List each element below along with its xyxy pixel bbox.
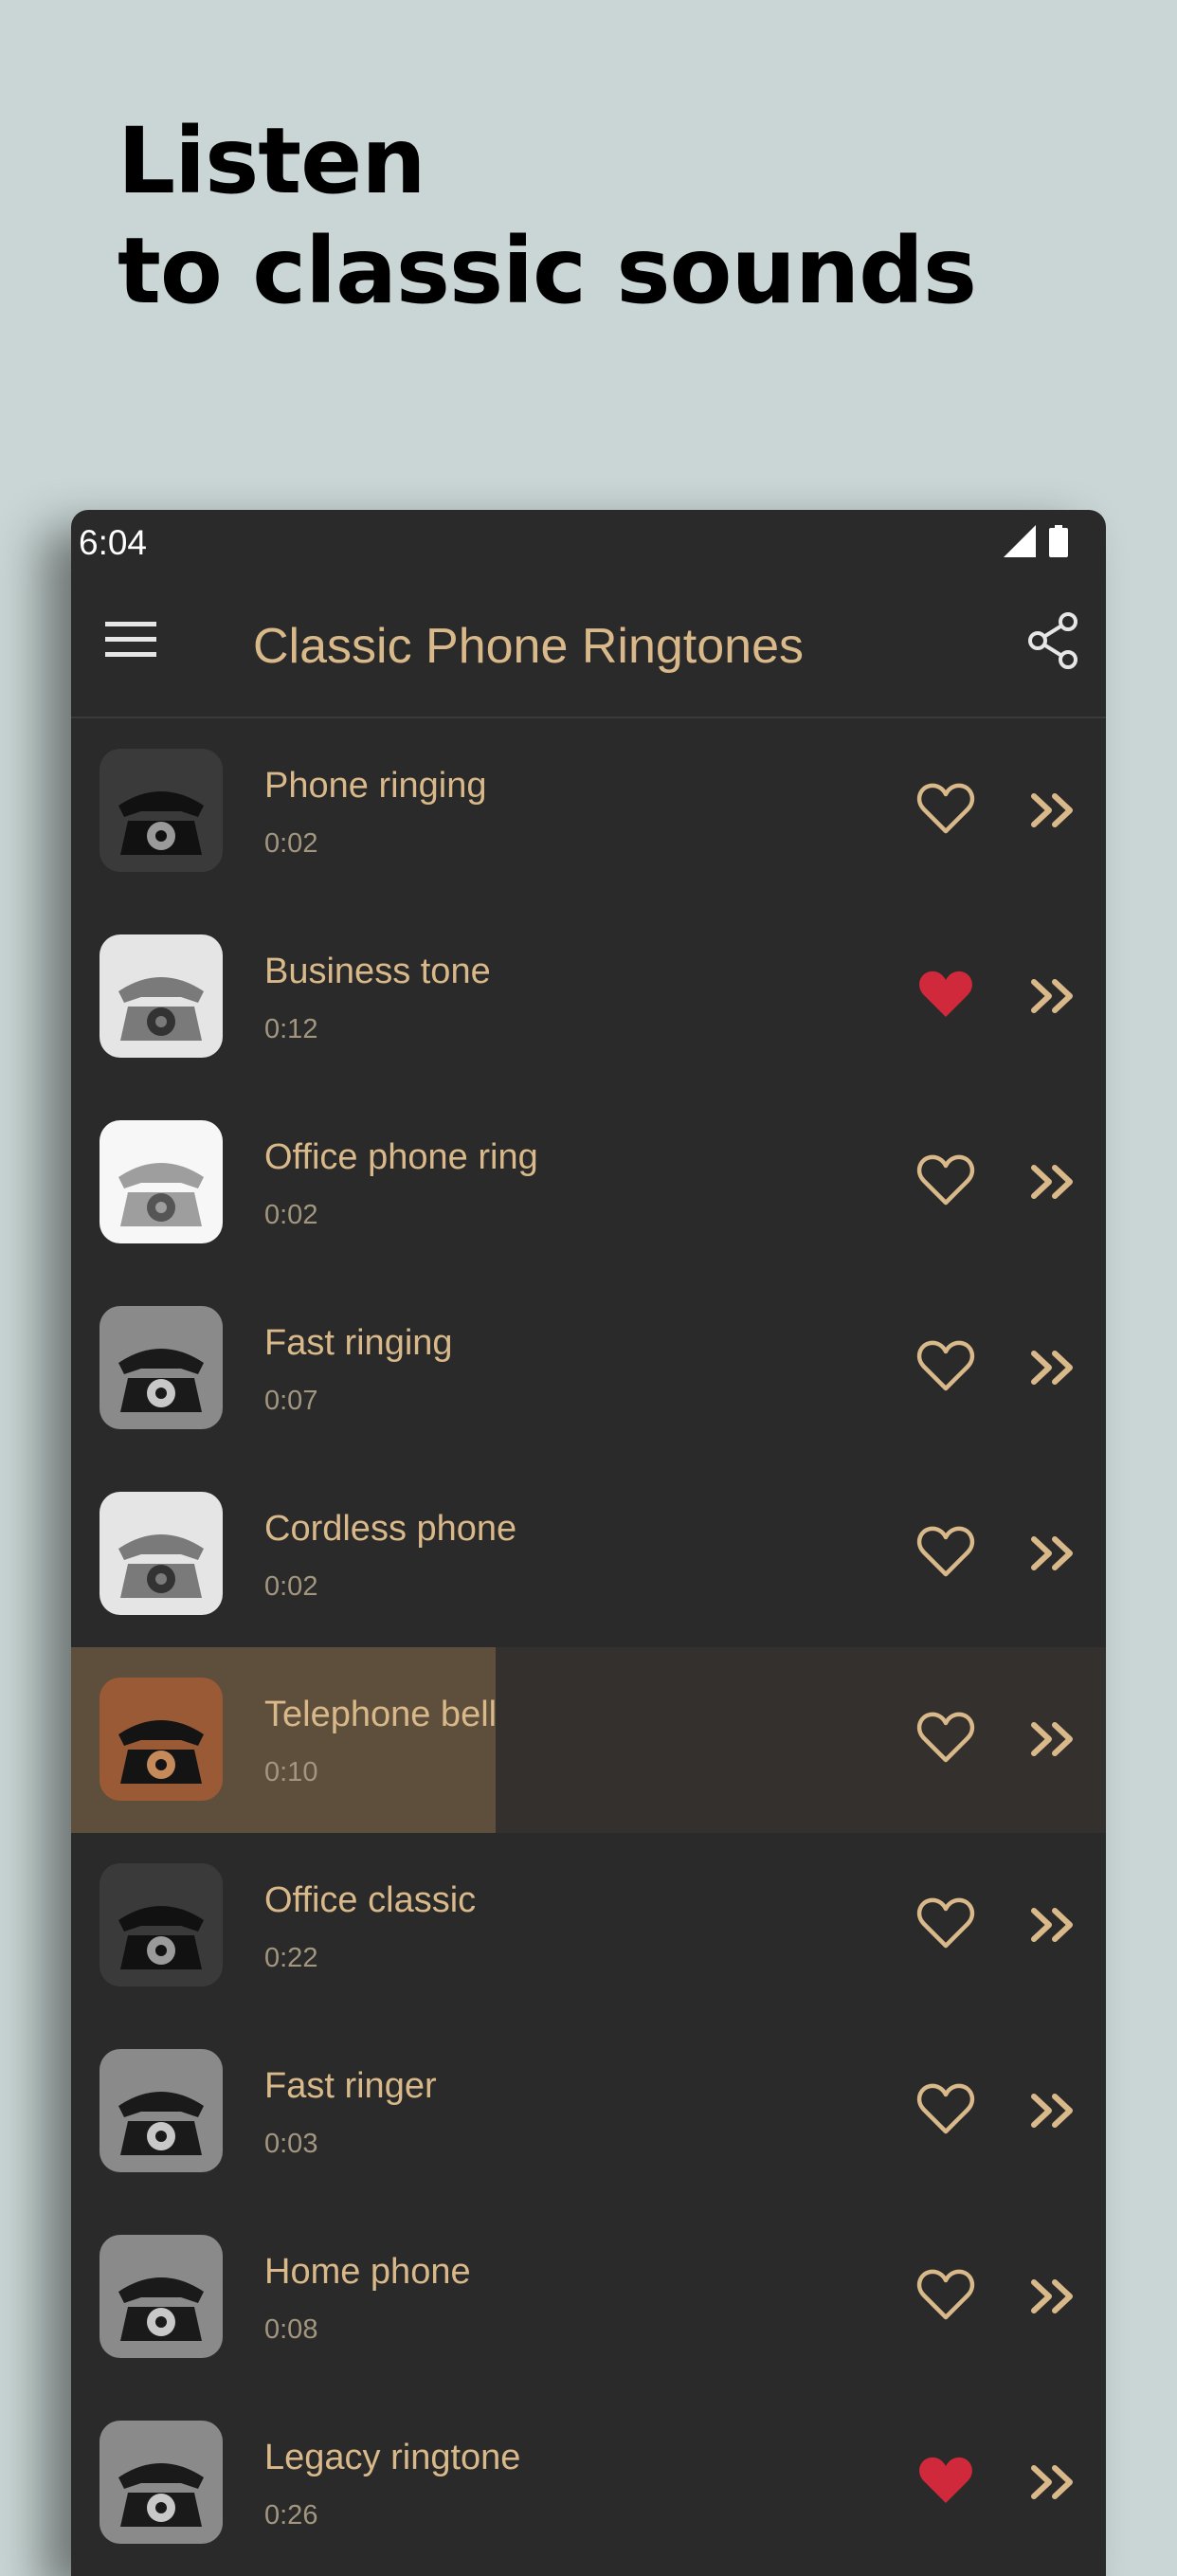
ringtone-name: Telephone bell (264, 1695, 498, 1734)
ringtone-thumbnail (100, 2421, 223, 2544)
ringtone-duration: 0:22 (264, 1943, 318, 1973)
ringtone-duration: 0:03 (264, 2129, 318, 2159)
ringtone-row[interactable]: Cordless phone 0:02 (71, 1461, 1106, 1647)
ringtone-duration: 0:02 (264, 1200, 318, 1230)
favorite-filled-icon[interactable] (916, 966, 975, 1025)
ringtone-row[interactable]: Legacy ringtone 0:26 (71, 2390, 1106, 2576)
favorite-outline-icon[interactable] (916, 1895, 975, 1953)
app-title: Classic Phone Ringtones (253, 619, 804, 674)
ringtone-row[interactable]: Fast ringing 0:07 (71, 1276, 1106, 1461)
ringtone-name: Office classic (264, 1880, 477, 1920)
share-icon[interactable] (1024, 610, 1081, 671)
ringtone-name: Phone ringing (264, 766, 487, 806)
ringtone-name: Business tone (264, 952, 491, 991)
ringtone-duration: 0:08 (264, 2314, 318, 2345)
ringtone-row[interactable]: Home phone 0:08 (71, 2204, 1106, 2390)
favorite-outline-icon[interactable] (916, 2080, 975, 2139)
ringtone-name: Fast ringing (264, 1323, 453, 1363)
favorite-outline-icon[interactable] (916, 1523, 975, 1582)
ringtone-row[interactable]: Office classic 0:22 (71, 1833, 1106, 2019)
ringtone-thumbnail (100, 1120, 223, 1243)
favorite-outline-icon[interactable] (916, 780, 975, 839)
ringtone-duration: 0:10 (264, 1757, 318, 1787)
promo-headline: Listen to classic sounds (118, 106, 977, 326)
signal-icon (1004, 525, 1036, 557)
hamburger-menu-icon[interactable] (105, 618, 156, 660)
app-bar: Classic Phone Ringtones (71, 576, 1106, 718)
favorite-filled-icon[interactable] (916, 2452, 975, 2511)
status-bar: 6:04 (71, 510, 1106, 576)
favorite-outline-icon[interactable] (916, 2266, 975, 2325)
ringtone-duration: 0:26 (264, 2500, 318, 2531)
favorite-outline-icon[interactable] (916, 1152, 975, 1210)
ringtone-duration: 0:12 (264, 1014, 318, 1044)
play-chevron-icon[interactable] (1026, 1156, 1079, 1207)
phone-screen: 6:04 Classic Phone Ringtones Phone ringi… (71, 510, 1106, 2576)
play-chevron-icon[interactable] (1026, 1899, 1079, 1950)
ringtone-list: Phone ringing 0:02 Business tone 0:12 Office… (71, 718, 1106, 2576)
status-time: 6:04 (79, 523, 148, 562)
play-chevron-icon[interactable] (1026, 971, 1079, 1022)
play-chevron-icon[interactable] (1026, 2457, 1079, 2508)
ringtone-thumbnail (100, 2049, 223, 2172)
favorite-outline-icon[interactable] (916, 1337, 975, 1396)
ringtone-thumbnail (100, 2235, 223, 2358)
play-chevron-icon[interactable] (1026, 1342, 1079, 1393)
ringtone-row[interactable]: Office phone ring 0:02 (71, 1090, 1106, 1276)
ringtone-duration: 0:07 (264, 1386, 318, 1416)
ringtone-thumbnail (100, 1492, 223, 1615)
ringtone-duration: 0:02 (264, 1571, 318, 1602)
ringtone-name: Home phone (264, 2252, 471, 2292)
play-chevron-icon[interactable] (1026, 1714, 1079, 1765)
ringtone-duration: 0:02 (264, 828, 318, 859)
ringtone-name: Office phone ring (264, 1137, 538, 1177)
ringtone-thumbnail (100, 1678, 223, 1801)
play-chevron-icon[interactable] (1026, 2271, 1079, 2322)
ringtone-thumbnail (100, 749, 223, 872)
battery-icon (1049, 525, 1068, 557)
ringtone-row[interactable]: Telephone bell 0:10 (71, 1647, 1106, 1833)
ringtone-thumbnail (100, 1863, 223, 1986)
ringtone-row[interactable]: Business tone 0:12 (71, 904, 1106, 1090)
ringtone-name: Fast ringer (264, 2066, 437, 2106)
play-chevron-icon[interactable] (1026, 1528, 1079, 1579)
ringtone-thumbnail (100, 934, 223, 1058)
ringtone-name: Legacy ringtone (264, 2438, 521, 2477)
promo-line-1: Listen (118, 108, 426, 214)
ringtone-thumbnail (100, 1306, 223, 1429)
favorite-outline-icon[interactable] (916, 1709, 975, 1768)
play-chevron-icon[interactable] (1026, 785, 1079, 836)
ringtone-name: Cordless phone (264, 1509, 517, 1549)
promo-line-2: to classic sounds (118, 218, 977, 324)
play-chevron-icon[interactable] (1026, 2085, 1079, 2136)
ringtone-row[interactable]: Phone ringing 0:02 (71, 718, 1106, 904)
ringtone-row[interactable]: Fast ringer 0:03 (71, 2019, 1106, 2204)
